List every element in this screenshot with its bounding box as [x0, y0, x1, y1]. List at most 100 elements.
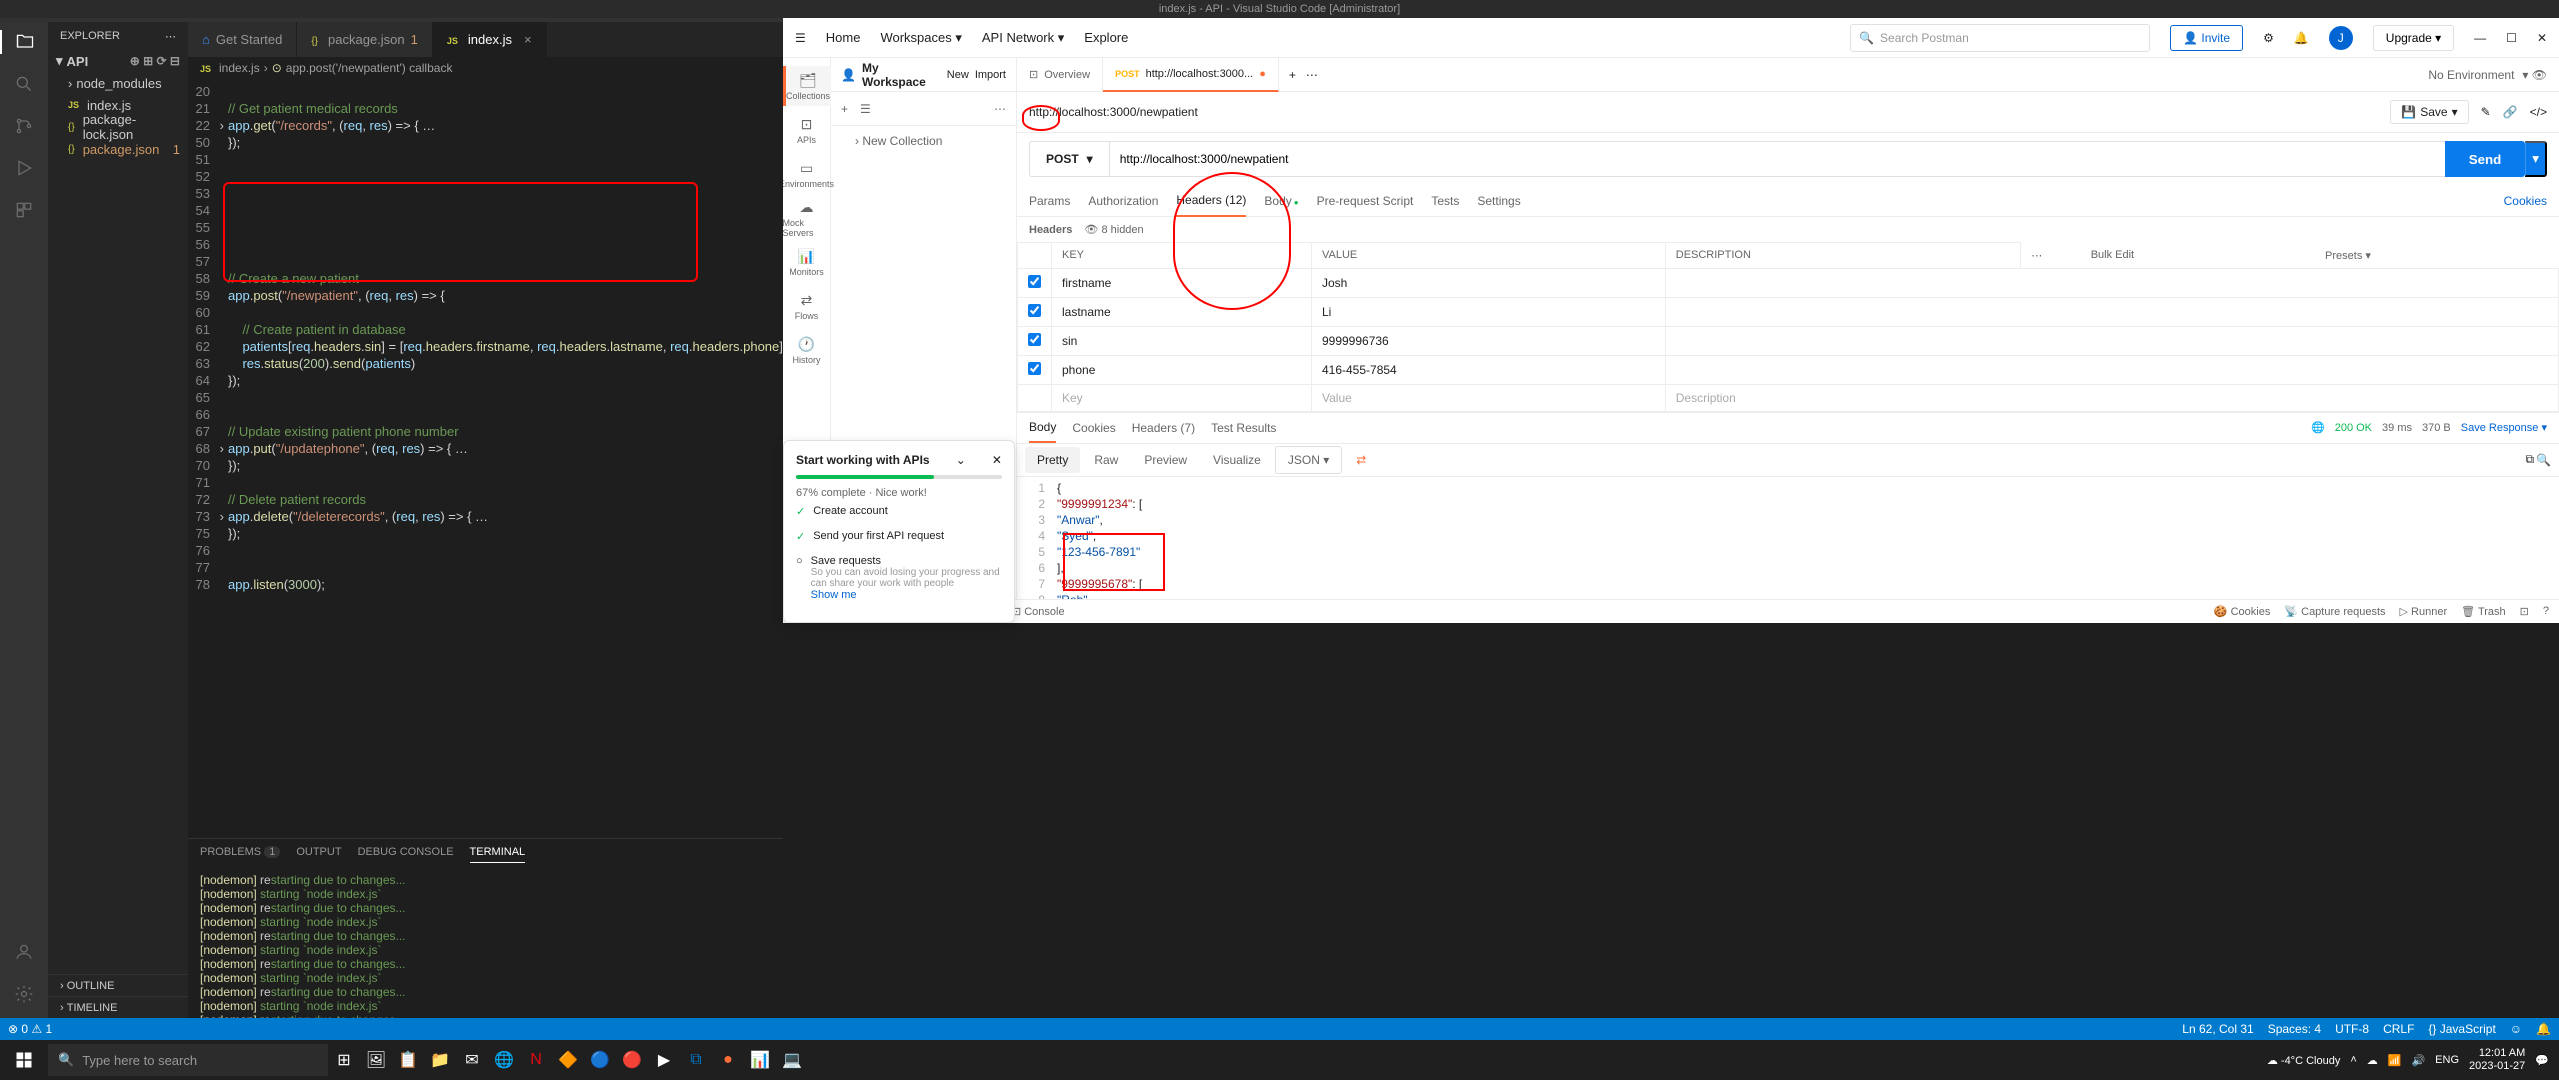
tray-date[interactable]: 2023-01-27	[2469, 1060, 2525, 1073]
view-pretty[interactable]: Pretty	[1025, 447, 1080, 473]
workspace-new[interactable]: New	[947, 69, 969, 81]
footer-expand-icon[interactable]: ⊡	[2520, 605, 2529, 618]
run-debug-icon[interactable]	[12, 156, 36, 180]
nav-api-network[interactable]: API Network ▾	[982, 30, 1064, 46]
kv-checkbox[interactable]	[1028, 275, 1041, 288]
settings-gear-icon[interactable]	[12, 982, 36, 1006]
taskbar-netflix[interactable]: N	[520, 1040, 552, 1080]
tab-overview[interactable]: ⊡ Overview	[1017, 58, 1103, 92]
notifications-icon[interactable]: 🔔	[2294, 31, 2309, 45]
rail-mock-servers[interactable]: ☁Mock Servers	[783, 198, 831, 238]
status-language[interactable]: {} JavaScript	[2428, 1022, 2495, 1036]
kv-key[interactable]: phone	[1052, 355, 1312, 384]
rail-flows[interactable]: ⇄Flows	[783, 286, 831, 326]
panel-tab-debug[interactable]: DEBUG CONSOLE	[358, 846, 454, 862]
kv-desc[interactable]	[1665, 326, 2558, 355]
kv-checkbox[interactable]	[1028, 304, 1041, 317]
tray-notifications-icon[interactable]: 💬	[2535, 1054, 2549, 1067]
nav-home[interactable]: Home	[826, 30, 861, 45]
reqtab-tests[interactable]: Tests	[1431, 194, 1459, 208]
link-icon[interactable]: 🔗	[2503, 105, 2518, 119]
reqtab-params[interactable]: Params	[1029, 194, 1070, 208]
reqtab-settings[interactable]: Settings	[1477, 194, 1520, 208]
tray-volume-icon[interactable]: 🔊	[2411, 1054, 2425, 1067]
minimize-icon[interactable]: —	[2474, 31, 2486, 45]
source-control-icon[interactable]	[12, 114, 36, 138]
status-eol[interactable]: CRLF	[2383, 1022, 2414, 1036]
hamburger-icon[interactable]: ☰	[795, 31, 806, 45]
response-body[interactable]: 1{2 "9999991234": [3 "Anwar",4 "Syed",5 …	[1017, 477, 2559, 600]
taskbar-mail[interactable]: ✉	[456, 1040, 488, 1080]
close-icon[interactable]: ✕	[992, 453, 1002, 467]
upgrade-button[interactable]: Upgrade ▾	[2373, 25, 2454, 51]
rail-monitors[interactable]: 📊Monitors	[783, 242, 831, 282]
rail-environments[interactable]: ▭Environments	[783, 154, 831, 194]
resp-tab-cookies[interactable]: Cookies	[1072, 421, 1115, 435]
share-icon[interactable]: ✎	[2481, 105, 2491, 119]
search-resp-icon[interactable]: 🔍	[2536, 453, 2551, 467]
reqtab-body[interactable]: Body	[1264, 194, 1298, 208]
add-icon[interactable]: +	[841, 102, 848, 116]
wrap-icon[interactable]: ⇄	[1344, 447, 1378, 473]
file-node-modules[interactable]: ›node_modules	[48, 72, 188, 94]
taskbar-search[interactable]: 🔍 Type here to search	[48, 1044, 328, 1076]
taskbar-app-4[interactable]: 🔵	[584, 1040, 616, 1080]
extensions-icon[interactable]	[12, 198, 36, 222]
task-view-icon[interactable]: ⊞	[328, 1040, 360, 1080]
tray-lang[interactable]: ENG	[2435, 1054, 2459, 1066]
panel-tab-terminal[interactable]: TERMINAL	[470, 846, 526, 863]
account-icon[interactable]	[12, 940, 36, 964]
footer-help-icon[interactable]: ?	[2543, 605, 2549, 618]
tray-wifi-icon[interactable]: 📶	[2388, 1054, 2402, 1067]
project-root[interactable]: ▾API ⊕ ⊞ ⟳ ⊟	[48, 50, 188, 72]
copy-icon[interactable]: ⧉	[2525, 452, 2534, 467]
footer-capture[interactable]: 📡 Capture requests	[2284, 605, 2385, 618]
method-selector[interactable]: POST▾	[1029, 141, 1109, 177]
weather-widget[interactable]: ☁ -4°C Cloudy	[2267, 1054, 2340, 1067]
postman-search[interactable]: 🔍Search Postman	[1850, 24, 2150, 52]
code-icon[interactable]: </>	[2530, 105, 2547, 119]
reqtab-headers[interactable]: Headers (12)	[1176, 185, 1246, 217]
taskbar-powershell[interactable]: ▶	[648, 1040, 680, 1080]
kv-desc[interactable]	[1665, 297, 2558, 326]
tray-time[interactable]: 12:01 AM	[2469, 1047, 2525, 1060]
explorer-toolbar[interactable]: ⊕ ⊞ ⟳ ⊟	[130, 54, 180, 68]
url-input[interactable]	[1109, 141, 2446, 177]
resp-tab-body[interactable]: Body	[1029, 413, 1056, 443]
nav-explore[interactable]: Explore	[1084, 30, 1128, 45]
footer-runner[interactable]: ▷ Runner	[2400, 605, 2448, 618]
save-response[interactable]: Save Response ▾	[2461, 421, 2547, 434]
explorer-icon[interactable]	[0, 30, 48, 54]
terminal-output[interactable]: [nodemon] restarting due to changes...[n…	[188, 869, 783, 1018]
status-spaces[interactable]: Spaces: 4	[2268, 1022, 2321, 1036]
tab-get-started[interactable]: ⌂Get Started	[188, 22, 297, 57]
taskbar-app-1[interactable]: 🖼	[360, 1040, 392, 1080]
nav-workspaces[interactable]: Workspaces ▾	[880, 30, 961, 46]
tab-package-json[interactable]: package.json1	[297, 22, 433, 57]
kv-value[interactable]: Li	[1311, 297, 1665, 326]
kv-value[interactable]: Josh	[1311, 268, 1665, 297]
settings-gear-icon[interactable]: ⚙	[2263, 31, 2274, 45]
reqtab-prereq[interactable]: Pre-request Script	[1317, 194, 1414, 208]
panel-tab-problems[interactable]: PROBLEMS 1	[200, 846, 280, 862]
view-raw[interactable]: Raw	[1082, 447, 1130, 473]
close-icon[interactable]: ✕	[2537, 31, 2547, 45]
invite-button[interactable]: 👤 Invite	[2170, 25, 2243, 51]
kv-checkbox[interactable]	[1028, 333, 1041, 346]
taskbar-app-5[interactable]: 📊	[744, 1040, 776, 1080]
kv-checkbox[interactable]	[1028, 362, 1041, 375]
status-encoding[interactable]: UTF-8	[2335, 1022, 2369, 1036]
hidden-toggle[interactable]: 👁 8 hidden	[1084, 223, 1143, 236]
kv-desc[interactable]	[1665, 268, 2558, 297]
console-link[interactable]: ⊡ Console	[1012, 605, 1065, 618]
show-me-link[interactable]: Show me	[811, 589, 857, 601]
new-tab-icon[interactable]: +	[1279, 68, 1306, 82]
tab-index-js[interactable]: index.js×	[433, 22, 547, 57]
timeline-section[interactable]: › TIMELINE	[48, 996, 188, 1018]
close-icon[interactable]: ×	[524, 32, 532, 47]
status-errors[interactable]: ⊗ 0 ⚠ 1	[8, 1022, 52, 1036]
filter-icon[interactable]: ☰	[860, 102, 871, 116]
format-selector[interactable]: JSON ▾	[1275, 446, 1342, 474]
view-preview[interactable]: Preview	[1132, 447, 1199, 473]
search-icon[interactable]	[12, 72, 36, 96]
